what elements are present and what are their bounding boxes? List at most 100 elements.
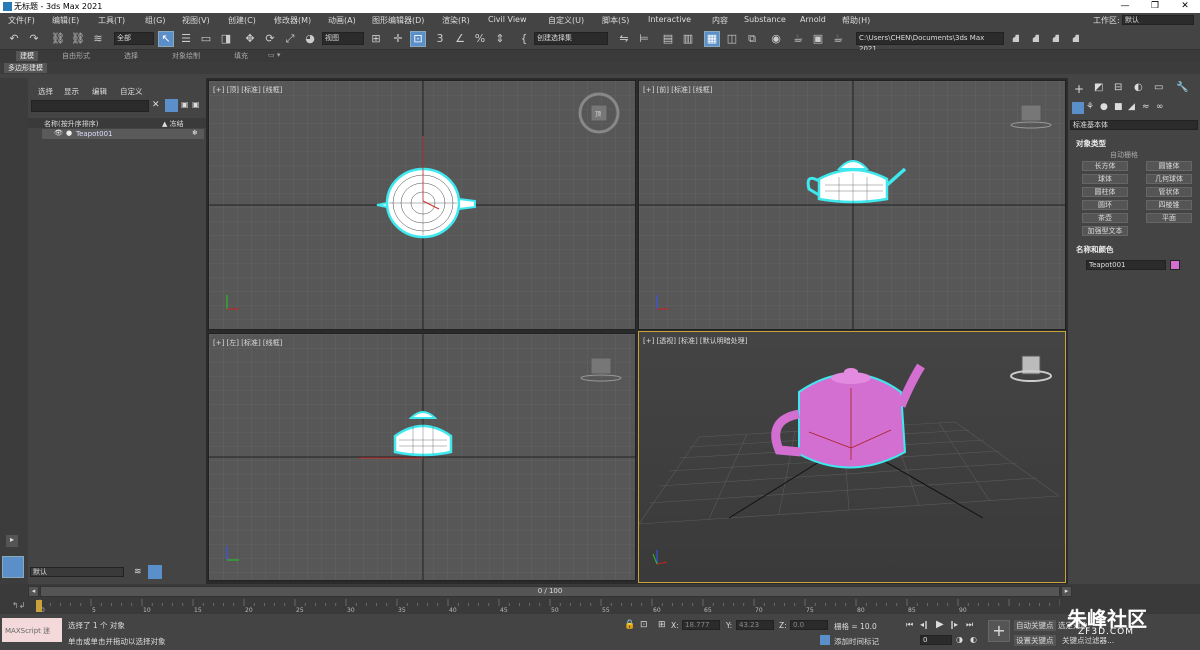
layer-explorer-toggle-icon[interactable] — [148, 565, 162, 579]
key-mode-toggle-icon[interactable]: ◐ — [970, 635, 977, 644]
viewport-left-label[interactable]: [+] [左] [标准] [线框] — [213, 338, 282, 348]
percent-snap-icon[interactable]: % — [472, 31, 488, 47]
key-mode-icon[interactable]: ↰↲ — [12, 601, 25, 610]
viewport-front[interactable]: [+] [前] [标准] [线框] — [638, 80, 1066, 330]
align-icon[interactable]: ⊨ — [636, 31, 652, 47]
clear-search-icon[interactable]: ✕ — [152, 100, 160, 110]
explorer-tab-display[interactable]: 显示 — [64, 86, 79, 97]
pyramid-button[interactable]: 四棱锥 — [1146, 200, 1192, 210]
object-name-field[interactable]: Teapot001 — [1086, 260, 1166, 270]
layers-icon[interactable]: ≋ — [134, 567, 142, 577]
rendered-frame-icon[interactable]: ▣ — [810, 31, 826, 47]
ribbon-options-icon[interactable]: ▭ ▾ — [268, 51, 280, 59]
polygon-modeling-label[interactable]: 多边形建模 — [4, 63, 47, 73]
next-frame-icon[interactable]: ▸ — [1061, 586, 1072, 597]
create-tab-icon[interactable]: + — [1074, 82, 1084, 96]
pivot-center-icon[interactable]: ⊞ — [368, 31, 384, 47]
viewport-left[interactable]: [+] [左] [标准] [线框] — [208, 333, 636, 581]
bind-spacewarp-icon[interactable]: ≋ — [90, 31, 106, 47]
time-marker[interactable] — [36, 600, 42, 612]
project-folder-icon[interactable]: ⛘ — [1008, 31, 1024, 47]
menu-group[interactable]: 组(G) — [145, 15, 165, 26]
hierarchy-tab-icon[interactable]: ⊟ — [1114, 82, 1122, 93]
filter-toggle-icon[interactable] — [165, 99, 178, 112]
maxscript-listener[interactable]: MAXScript 迷 — [2, 618, 62, 642]
menu-modifiers[interactable]: 修改器(M) — [274, 15, 311, 26]
teapot-button[interactable]: 茶壶 — [1082, 213, 1128, 223]
viewport-front-label[interactable]: [+] [前] [标准] [线框] — [643, 85, 712, 95]
menu-edit[interactable]: 编辑(E) — [52, 15, 79, 26]
spinner-snap-icon[interactable]: ⇕ — [492, 31, 508, 47]
menu-arnold[interactable]: Arnold — [800, 15, 826, 24]
ribbon-tab-freeform[interactable]: 自由形式 — [62, 51, 90, 61]
ribbon-toggle-icon[interactable]: ▦ — [704, 31, 720, 47]
menu-animation[interactable]: 动画(A) — [328, 15, 356, 26]
menu-civil-view[interactable]: Civil View — [488, 15, 527, 24]
selection-filter-select[interactable]: 全部 — [114, 32, 154, 45]
current-frame-field[interactable]: 0 — [920, 635, 952, 645]
explorer-tab-edit[interactable]: 编辑 — [92, 86, 107, 97]
tube-button[interactable]: 管状体 — [1146, 187, 1192, 197]
menu-views[interactable]: 视图(V) — [182, 15, 210, 26]
close-button[interactable]: ✕ — [1170, 0, 1200, 13]
keyboard-shortcut-icon[interactable]: ⊡ — [410, 31, 426, 47]
explorer-tab-customize[interactable]: 自定义 — [120, 86, 143, 97]
add-time-tag[interactable]: 添加时间标记 — [834, 636, 879, 647]
undo-icon[interactable]: ↶ — [6, 31, 22, 47]
lights-icon[interactable]: ● — [1100, 102, 1108, 112]
menu-scripting[interactable]: 脚本(S) — [602, 15, 629, 26]
explorer-row-teapot[interactable]: 👁 ● Teapot001 ❄ — [42, 129, 204, 139]
menu-interactive[interactable]: Interactive — [648, 15, 691, 24]
geometry-icon[interactable] — [1072, 102, 1084, 114]
viewport-perspective-label[interactable]: [+] [透视] [标准] [默认明暗处理] — [643, 336, 747, 346]
ribbon-tab-selection[interactable]: 选择 — [124, 51, 138, 61]
next-key-icon[interactable]: ‖▸ — [950, 620, 958, 629]
schematic-view-icon[interactable]: ⧉ — [744, 31, 760, 47]
viewport-perspective[interactable]: [+] [透视] [标准] [默认明暗处理] — [638, 331, 1066, 583]
select-object-icon[interactable]: ↖ — [158, 31, 174, 47]
systems-icon[interactable]: ∞ — [1156, 102, 1164, 112]
absolute-mode-icon[interactable]: ⊞ — [658, 620, 666, 630]
menu-file[interactable]: 文件(F) — [8, 15, 35, 26]
window-crossing-icon[interactable]: ◨ — [218, 31, 234, 47]
display-tab-icon[interactable]: ▭ — [1154, 82, 1163, 93]
time-tag-icon[interactable] — [820, 635, 830, 645]
set-project-icon[interactable]: ⛘ — [1028, 31, 1044, 47]
viewport-top[interactable]: [+] [顶] [标准] [线框] 顶 — [208, 80, 636, 330]
plane-button[interactable]: 平面 — [1146, 213, 1192, 223]
timeline-ruler[interactable]: 0 5 10 15 20 25 30 35 40 45 50 55 60 65 70 75 80 85 90 — [0, 599, 1060, 613]
ribbon-tab-populate[interactable]: 填充 — [234, 51, 248, 61]
render-icon[interactable]: ☕ — [830, 31, 846, 47]
menu-substance[interactable]: Substance — [744, 15, 786, 24]
cylinder-button[interactable]: 圆柱体 — [1082, 187, 1128, 197]
freeze-snowflake-icon[interactable]: ❄ — [192, 129, 198, 137]
material-editor-icon[interactable]: ◉ — [768, 31, 784, 47]
menu-graph-editors[interactable]: 图形编辑器(D) — [372, 15, 424, 26]
link-icon[interactable]: ⛓ — [50, 31, 66, 47]
curve-editor-icon[interactable]: ◫ — [724, 31, 740, 47]
select-by-name-icon[interactable]: ☰ — [178, 31, 194, 47]
render-setup-icon[interactable]: ☕ — [790, 31, 806, 47]
edit-named-sel-icon[interactable]: { — [516, 31, 532, 47]
autogrid-checkbox[interactable]: 自动栅格 — [1110, 150, 1138, 160]
layer-select[interactable]: 默认 — [30, 567, 124, 577]
scale-icon[interactable]: ⤢ — [282, 31, 298, 47]
x-coord-field[interactable]: 18.777 — [682, 620, 720, 630]
mirror-icon[interactable]: ⇋ — [616, 31, 632, 47]
time-slider[interactable]: 0 / 100 — [40, 586, 1060, 597]
z-coord-field[interactable]: 0.0 — [790, 620, 828, 630]
name-color-rollout[interactable]: 名称和颜色 — [1076, 244, 1114, 255]
time-config-icon[interactable]: ◑ — [956, 635, 963, 644]
shapes-icon[interactable]: ⚘ — [1086, 102, 1094, 112]
object-type-rollout[interactable]: 对象类型 — [1076, 138, 1106, 149]
project-settings-icon[interactable]: ⛘ — [1068, 31, 1084, 47]
menu-tools[interactable]: 工具(T) — [98, 15, 125, 26]
cameras-icon[interactable]: ■ — [1114, 102, 1123, 112]
add-layer-icon[interactable]: ▣ — [192, 100, 200, 109]
scene-explorer-icon[interactable]: ▥ — [680, 31, 696, 47]
ribbon-tab-modeling[interactable]: 建模 — [16, 51, 38, 61]
menu-help[interactable]: 帮助(H) — [842, 15, 870, 26]
rotate-icon[interactable]: ⟳ — [262, 31, 278, 47]
menu-customize[interactable]: 自定义(U) — [548, 15, 584, 26]
explorer-search-input[interactable] — [31, 100, 149, 112]
